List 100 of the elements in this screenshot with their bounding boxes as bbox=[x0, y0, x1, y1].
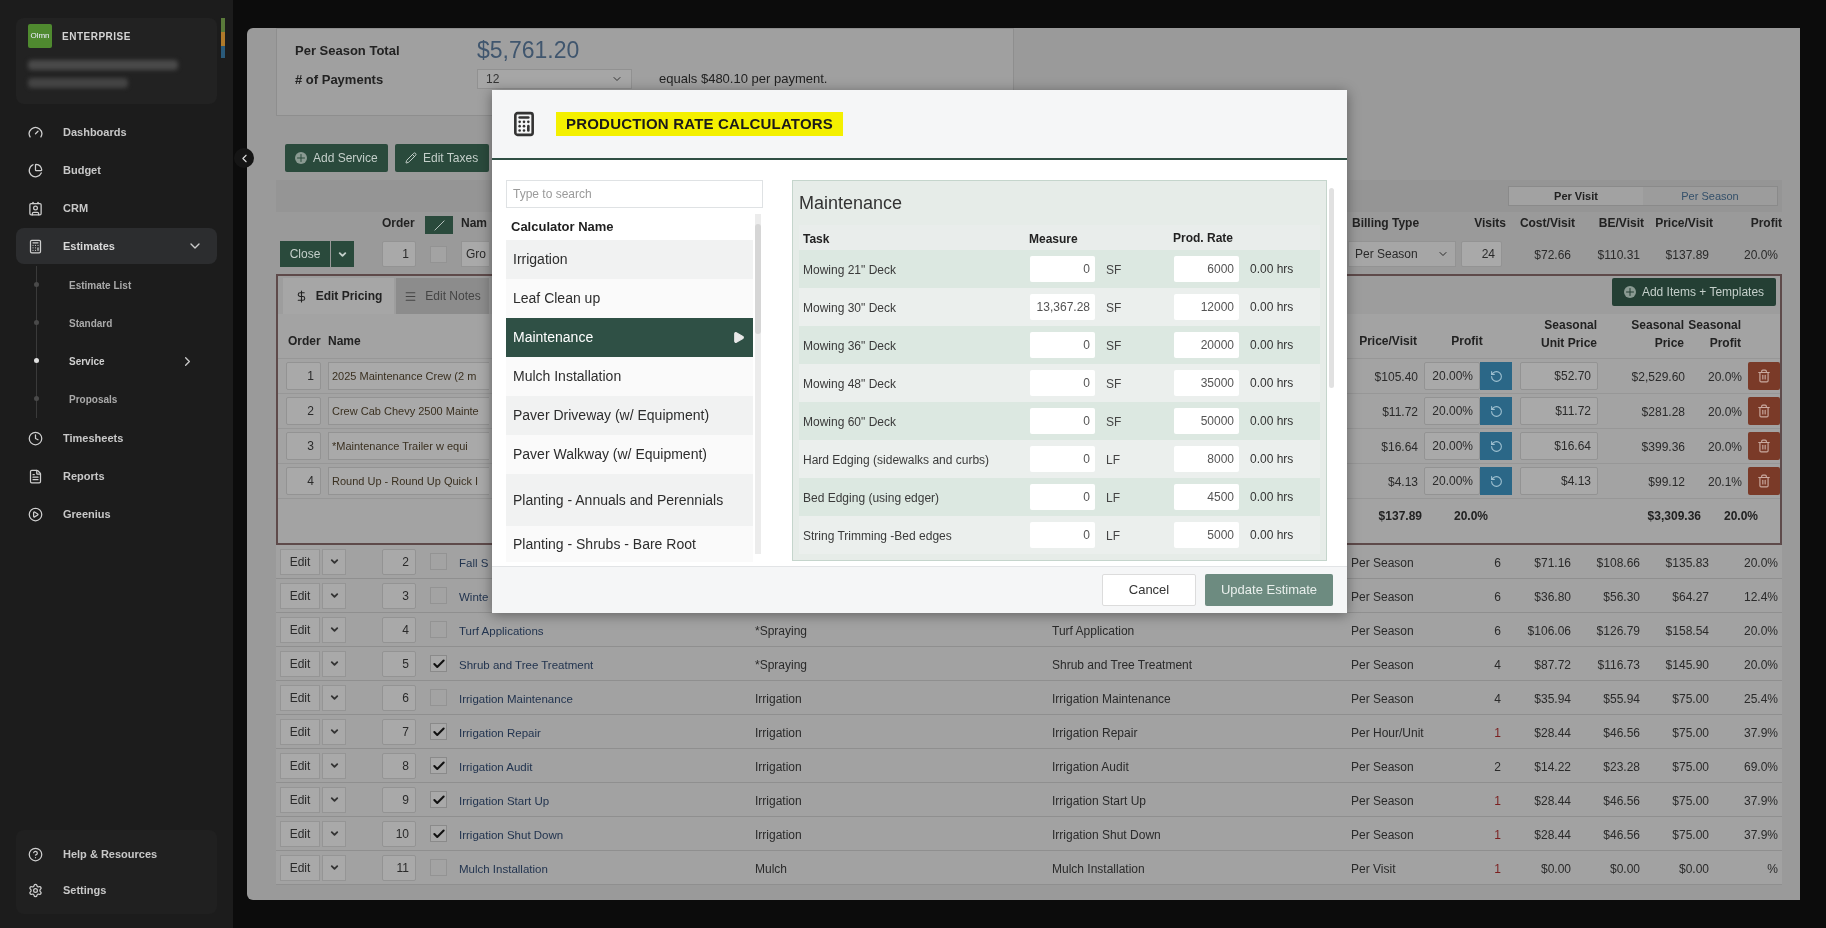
dropdown-toggle[interactable] bbox=[322, 718, 346, 745]
reset-button[interactable] bbox=[1480, 362, 1512, 390]
item-name-field[interactable]: Crew Cab Chevy 2500 Mainte bbox=[328, 397, 489, 425]
close-button[interactable]: Close bbox=[280, 241, 330, 267]
nav-subitem[interactable]: Estimate List bbox=[37, 266, 217, 304]
order-field[interactable]: 7 bbox=[382, 718, 416, 745]
nav-subitem[interactable]: Service bbox=[37, 342, 217, 380]
rate-field[interactable]: 4500 bbox=[1174, 484, 1239, 510]
tab[interactable]: Edit Pricing bbox=[283, 278, 394, 314]
measure-field[interactable]: 0 bbox=[1030, 370, 1095, 396]
view-tab[interactable]: Per Season bbox=[1643, 187, 1777, 205]
measure-field[interactable]: 0 bbox=[1030, 256, 1095, 282]
measure-field[interactable]: 0 bbox=[1030, 408, 1095, 434]
edit-button[interactable]: Edit bbox=[280, 718, 320, 745]
dropdown-toggle[interactable] bbox=[322, 684, 346, 711]
calculator-list-item[interactable]: Mulch Installation bbox=[506, 357, 753, 396]
reset-button[interactable] bbox=[1480, 432, 1512, 460]
order-field[interactable]: 1 bbox=[286, 362, 321, 390]
measure-field[interactable]: 0 bbox=[1030, 522, 1095, 548]
order-field[interactable]: 5 bbox=[382, 650, 416, 677]
unit-price-field[interactable]: $4.13 bbox=[1520, 467, 1598, 495]
profit-field[interactable]: 20.00% bbox=[1424, 362, 1480, 390]
delete-button[interactable] bbox=[1748, 467, 1780, 495]
calculator-list-item[interactable]: Paver Driveway (w/ Equipment) bbox=[506, 396, 753, 435]
calculator-list-item[interactable]: Planting - Shrubs - Bare Root bbox=[506, 526, 753, 562]
profit-field[interactable]: 20.00% bbox=[1424, 397, 1480, 425]
edit-button[interactable]: Edit bbox=[280, 786, 320, 813]
cancel-button[interactable]: Cancel bbox=[1102, 574, 1196, 606]
order-field[interactable]: 8 bbox=[382, 752, 416, 779]
toggle-visibility-button[interactable] bbox=[425, 216, 453, 234]
order-field[interactable]: 3 bbox=[382, 582, 416, 609]
profit-field[interactable]: 20.00% bbox=[1424, 467, 1480, 495]
edit-button[interactable]: Edit bbox=[280, 616, 320, 643]
name-field[interactable]: Gro bbox=[461, 241, 489, 267]
dropdown-toggle[interactable] bbox=[322, 650, 346, 677]
delete-button[interactable] bbox=[1748, 397, 1780, 425]
order-field[interactable]: 11 bbox=[382, 854, 416, 881]
item-name-field[interactable]: Round Up - Round Up Quick I bbox=[328, 467, 489, 495]
rate-field[interactable]: 5000 bbox=[1174, 522, 1239, 548]
edit-taxes-button[interactable]: Edit Taxes bbox=[395, 144, 489, 172]
order-field[interactable]: 4 bbox=[382, 616, 416, 643]
delete-button[interactable] bbox=[1748, 362, 1780, 390]
edit-button[interactable]: Edit bbox=[280, 650, 320, 677]
dropdown-toggle[interactable] bbox=[322, 854, 346, 881]
order-field[interactable]: 2 bbox=[286, 397, 321, 425]
visits-field[interactable]: 24 bbox=[1461, 241, 1502, 267]
scrollbar[interactable] bbox=[755, 214, 761, 554]
billing-select[interactable]: Per Season bbox=[1348, 241, 1456, 267]
edit-button[interactable]: Edit bbox=[280, 548, 320, 575]
rate-field[interactable]: 50000 bbox=[1174, 408, 1239, 434]
order-field[interactable]: 9 bbox=[382, 786, 416, 813]
nav-item[interactable]: Timesheets bbox=[16, 420, 217, 456]
checkbox[interactable] bbox=[430, 825, 447, 842]
nav-item[interactable]: Greenius bbox=[16, 496, 217, 532]
checkbox[interactable] bbox=[430, 791, 447, 808]
edit-button[interactable]: Edit bbox=[280, 582, 320, 609]
order-field[interactable]: 3 bbox=[286, 432, 321, 460]
unit-price-field[interactable]: $11.72 bbox=[1520, 397, 1598, 425]
measure-field[interactable]: 0 bbox=[1030, 484, 1095, 510]
nav-item[interactable]: Reports bbox=[16, 458, 217, 494]
nav-subitem[interactable]: Standard bbox=[37, 304, 217, 342]
nav-item[interactable]: Dashboards bbox=[16, 114, 217, 150]
reset-button[interactable] bbox=[1480, 397, 1512, 425]
nav-item[interactable]: CRM bbox=[16, 190, 217, 226]
nav-item[interactable]: Help & Resources bbox=[16, 836, 217, 872]
edit-button[interactable]: Edit bbox=[280, 854, 320, 881]
item-name-field[interactable]: *Maintenance Trailer w equi bbox=[328, 432, 489, 460]
dropdown-toggle[interactable] bbox=[322, 752, 346, 779]
rate-field[interactable]: 8000 bbox=[1174, 446, 1239, 472]
calculator-list-item[interactable]: Maintenance bbox=[506, 318, 753, 357]
search-field[interactable]: Type to search bbox=[506, 180, 763, 208]
item-name-field[interactable]: 2025 Maintenance Crew (2 m bbox=[328, 362, 489, 390]
add-service-button[interactable]: Add Service bbox=[285, 144, 388, 172]
order-field[interactable]: 1 bbox=[382, 241, 416, 267]
view-tab[interactable]: Per Visit bbox=[1509, 187, 1643, 205]
checkbox[interactable] bbox=[430, 757, 447, 774]
rate-field[interactable]: 20000 bbox=[1174, 332, 1239, 358]
unit-price-field[interactable]: $52.70 bbox=[1520, 362, 1598, 390]
dropdown-toggle[interactable] bbox=[322, 582, 346, 609]
order-field[interactable]: 4 bbox=[286, 467, 321, 495]
dropdown-toggle[interactable] bbox=[322, 548, 346, 575]
nav-item[interactable]: Budget bbox=[16, 152, 217, 188]
reset-button[interactable] bbox=[1480, 467, 1512, 495]
add-items-button[interactable]: Add Items + Templates bbox=[1612, 278, 1776, 306]
profit-field[interactable]: 20.00% bbox=[1424, 432, 1480, 460]
calculator-list-item[interactable]: Planting - Annuals and Perennials bbox=[506, 474, 753, 526]
edit-button[interactable]: Edit bbox=[280, 820, 320, 847]
collapse-sidebar-button[interactable] bbox=[234, 148, 254, 168]
nav-item[interactable]: Settings bbox=[16, 872, 217, 908]
measure-field[interactable]: 0 bbox=[1030, 332, 1095, 358]
dropdown-toggle[interactable] bbox=[322, 820, 346, 847]
rate-field[interactable]: 35000 bbox=[1174, 370, 1239, 396]
order-field[interactable]: 10 bbox=[382, 820, 416, 847]
checkbox[interactable] bbox=[430, 723, 447, 740]
nav-subitem[interactable]: Proposals bbox=[37, 380, 217, 418]
dropdown-toggle[interactable] bbox=[322, 616, 346, 643]
payments-select[interactable]: 12 bbox=[477, 69, 632, 89]
scrollbar[interactable] bbox=[1329, 188, 1334, 388]
calculator-list-item[interactable]: Irrigation bbox=[506, 240, 753, 279]
unit-price-field[interactable]: $16.64 bbox=[1520, 432, 1598, 460]
